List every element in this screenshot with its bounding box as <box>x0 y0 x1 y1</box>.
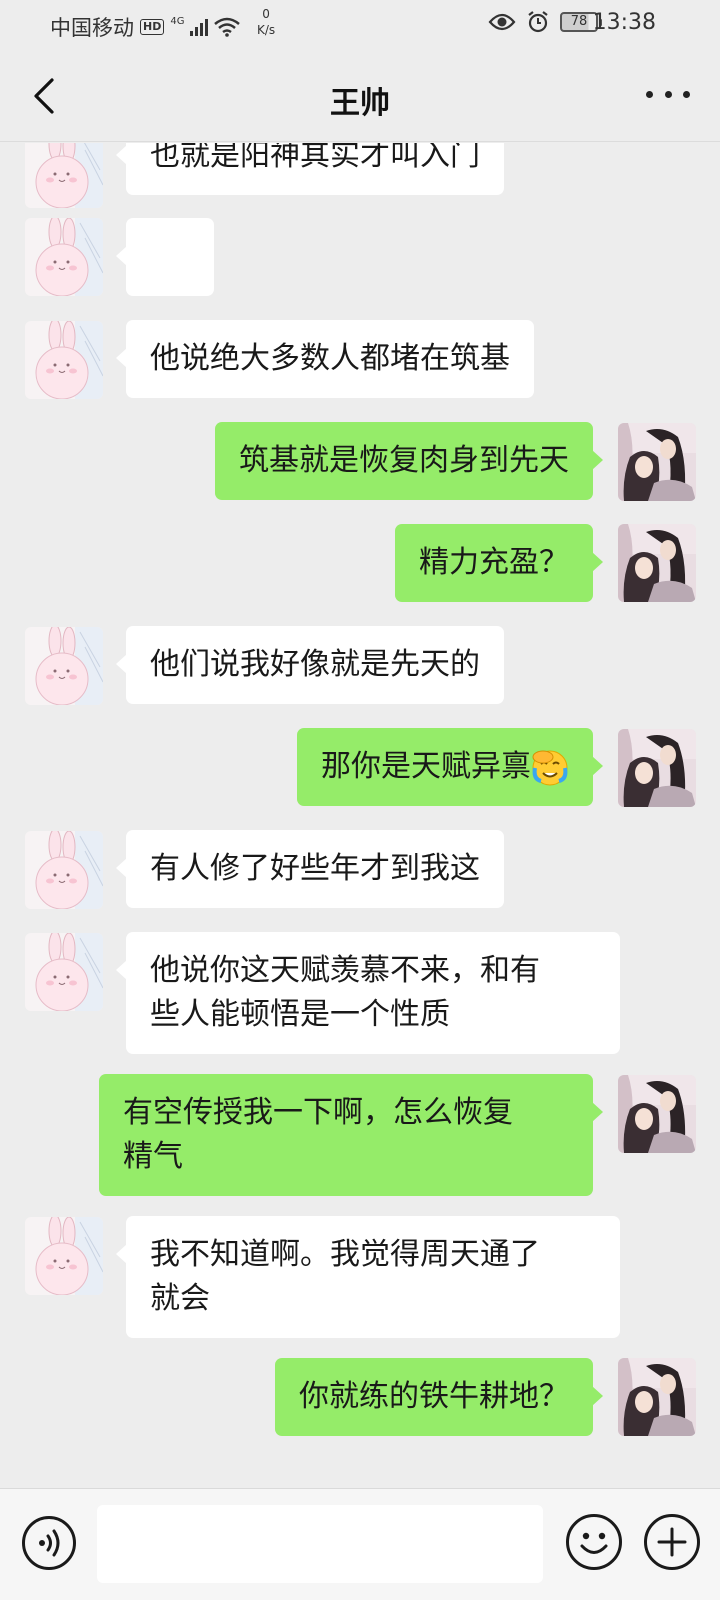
self-avatar[interactable] <box>618 1075 696 1153</box>
message-bubble[interactable] <box>116 218 214 367</box>
eye-icon <box>488 13 516 31</box>
more-dot-icon <box>683 90 690 98</box>
message-text: 那你是天赋异禀 <box>321 749 531 784</box>
more-dot-icon <box>664 90 672 98</box>
message-bubble[interactable]: 有人修了好些年才到我这 <box>116 830 504 908</box>
alarm-icon <box>528 11 548 33</box>
contact-avatar[interactable] <box>25 218 103 296</box>
network-speed: 0 K/s <box>257 6 275 38</box>
contact-avatar[interactable] <box>25 321 103 399</box>
speed-value: 0 <box>262 7 270 21</box>
message-bubble[interactable]: 他们说我好像就是先天的 <box>116 626 504 704</box>
message-bubble[interactable]: 有空传授我一下啊，怎么恢复 精气 <box>99 1074 603 1196</box>
more-functions-button[interactable] <box>644 1514 700 1570</box>
message-list[interactable]: 也就是阳神其实才叫入门 他说绝大多数人都堵在筑基 筑基就是恢复肉身到先天 精力充… <box>0 143 720 1487</box>
voice-input-button[interactable] <box>22 1516 76 1570</box>
input-bar <box>0 1488 720 1600</box>
network-type: 4G <box>170 15 185 27</box>
more-options-button[interactable] <box>646 82 690 106</box>
contact-avatar[interactable] <box>25 1217 103 1295</box>
speed-unit: K/s <box>257 23 276 37</box>
self-avatar[interactable] <box>618 423 696 501</box>
self-avatar[interactable] <box>618 1358 696 1436</box>
chat-header: 王帅 <box>0 50 720 142</box>
message-bubble[interactable]: 那你是天赋异禀 <box>297 728 603 806</box>
wifi-icon <box>214 17 241 37</box>
voice-icon <box>39 1529 60 1557</box>
status-icons: 78 <box>488 10 602 34</box>
message-bubble[interactable]: 筑基就是恢复肉身到先天 <box>215 422 603 500</box>
message-bubble[interactable]: 我不知道啊。我觉得周天通了 就会 <box>116 1216 620 1338</box>
message-input[interactable] <box>97 1505 543 1583</box>
message-bubble[interactable]: 他说绝大多数人都堵在筑基 <box>116 320 534 398</box>
smiley-icon <box>580 1532 608 1554</box>
contact-avatar[interactable] <box>25 933 103 1011</box>
clock: 13:38 <box>592 10 656 35</box>
message-bubble[interactable]: 精力充盈？ <box>395 524 603 602</box>
contact-avatar[interactable] <box>25 143 103 208</box>
contact-avatar[interactable] <box>25 627 103 705</box>
more-dot-icon <box>646 90 653 98</box>
self-avatar[interactable] <box>618 524 696 602</box>
self-avatar[interactable] <box>618 729 696 807</box>
hd-badge: HD <box>140 19 165 35</box>
plus-icon <box>657 1527 687 1557</box>
carrier-name: 中国移动 <box>50 16 134 40</box>
signal-icon <box>190 18 209 36</box>
chat-title: 王帅 <box>330 86 390 121</box>
message-bubble[interactable]: 你就练的铁牛耕地？ <box>275 1358 603 1436</box>
carrier-group: 中国移动 HD 4G <box>50 12 241 42</box>
contact-avatar[interactable] <box>25 831 103 909</box>
facepalm-emoji-icon <box>531 748 569 787</box>
message-bubble[interactable]: 他说你这天赋羡慕不来，和有 些人能顿悟是一个性质 <box>116 932 620 1054</box>
emoji-button[interactable] <box>566 1514 622 1570</box>
status-bar: 中国移动 HD 4G 0 K/s 78 13:38 <box>0 0 720 50</box>
message-bubble[interactable]: 也就是阳神其实才叫入门 <box>116 143 504 195</box>
